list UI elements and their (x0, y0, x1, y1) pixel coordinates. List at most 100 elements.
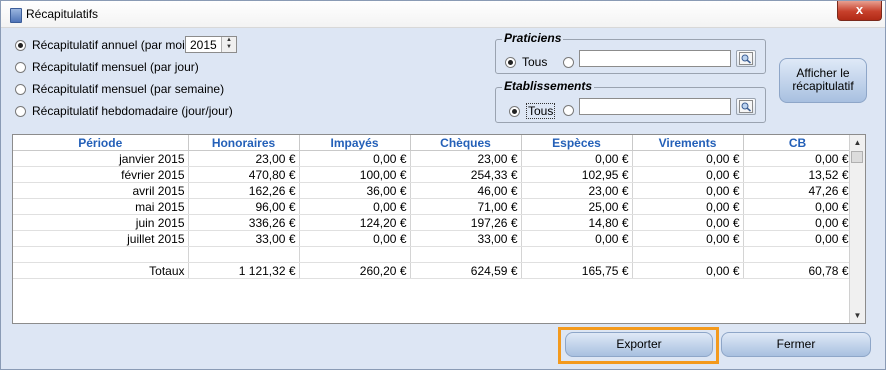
scroll-thumb[interactable] (851, 151, 863, 163)
etablissements-field[interactable] (579, 98, 731, 115)
table-cell: 0,00 € (632, 150, 744, 167)
table-cell (13, 246, 189, 263)
table-cell: 46,00 € (410, 182, 522, 199)
etablissements-select-radio[interactable] (563, 105, 574, 116)
table-header-row: Période Honoraires Impayés Chèques Espèc… (13, 135, 853, 151)
table-cell: 0,00 € (632, 262, 744, 279)
table-cell (410, 246, 522, 263)
table-cell: 36,00 € (299, 182, 411, 199)
table-cell: 60,78 € (743, 262, 853, 279)
table-cell (299, 246, 411, 263)
option-monthly-week[interactable]: Récapitulatif mensuel (par semaine) (15, 82, 224, 96)
table-row[interactable]: juillet 2015 33,00 € 0,00 € 33,00 € 0,00… (13, 230, 853, 247)
table-cell: 13,52 € (743, 166, 853, 183)
close-button[interactable]: Fermer (721, 332, 871, 357)
column-header[interactable]: Période (13, 135, 189, 151)
etablissements-picker-button[interactable] (736, 98, 756, 115)
table-cell: 102,95 € (521, 166, 633, 183)
table-cell: 0,00 € (632, 182, 744, 199)
radio-monthly-week[interactable] (15, 83, 26, 95)
column-header[interactable]: Impayés (299, 135, 411, 151)
window-close-button[interactable]: x (837, 1, 882, 21)
etablissements-all-radio[interactable] (509, 105, 520, 117)
option-monthly-week-label: Récapitulatif mensuel (par semaine) (32, 82, 225, 96)
table-cell: 254,33 € (410, 166, 522, 183)
etablissements-all-option[interactable]: Tous (509, 103, 556, 119)
table-cell: juin 2015 (13, 214, 189, 231)
table-cell: 23,00 € (188, 150, 300, 167)
year-value: 2015 (190, 38, 217, 52)
column-header[interactable]: Virements (632, 135, 744, 151)
table-cell: 25,00 € (521, 198, 633, 215)
recap-table: Période Honoraires Impayés Chèques Espèc… (12, 134, 866, 324)
praticiens-select-radio[interactable] (563, 57, 574, 68)
table-cell: 100,00 € (299, 166, 411, 183)
option-monthly-day[interactable]: Récapitulatif mensuel (par jour) (15, 60, 199, 74)
recap-window: Récapitulatifs x Récapitulatif annuel (p… (0, 0, 886, 370)
table-cell: 0,00 € (743, 230, 853, 247)
table-cell: 1 121,32 € (188, 262, 300, 279)
table-row[interactable]: janvier 2015 23,00 € 0,00 € 23,00 € 0,00… (13, 150, 853, 167)
table-cell: 624,59 € (410, 262, 522, 279)
title-bar: Récapitulatifs x (1, 1, 885, 28)
praticiens-group: Praticiens Tous (495, 31, 766, 74)
table-cell: 23,00 € (410, 150, 522, 167)
spin-down-icon[interactable]: ▼ (222, 44, 236, 51)
radio-monthly-day[interactable] (15, 61, 26, 73)
praticiens-field[interactable] (579, 50, 731, 67)
table-row[interactable] (13, 246, 853, 263)
show-recap-button[interactable]: Afficher le récapitulatif (779, 58, 867, 103)
spin-up-icon[interactable]: ▲ (222, 37, 236, 44)
option-annual[interactable]: Récapitulatif annuel (par mois) (15, 38, 195, 52)
table-cell: 96,00 € (188, 198, 300, 215)
scroll-down-icon[interactable]: ▼ (850, 308, 865, 323)
table-row[interactable]: avril 2015 162,26 € 36,00 € 46,00 € 23,0… (13, 182, 853, 199)
table-cell: 260,20 € (299, 262, 411, 279)
praticiens-picker-button[interactable] (736, 50, 756, 67)
table-cell: 0,00 € (299, 230, 411, 247)
option-weekly-label: Récapitulatif hebdomadaire (jour/jour) (32, 104, 233, 118)
option-weekly[interactable]: Récapitulatif hebdomadaire (jour/jour) (15, 104, 233, 118)
table-cell: 33,00 € (410, 230, 522, 247)
table-cell: 0,00 € (632, 198, 744, 215)
table-row[interactable]: juin 2015 336,26 € 124,20 € 197,26 € 14,… (13, 214, 853, 231)
year-spinner[interactable]: 2015 ▲ ▼ (185, 36, 237, 53)
table-row[interactable]: mai 2015 96,00 € 0,00 € 71,00 € 25,00 € … (13, 198, 853, 215)
praticiens-all-option[interactable]: Tous (505, 55, 547, 69)
radio-weekly[interactable] (15, 105, 26, 117)
table-cell (521, 246, 633, 263)
etablissements-all-label: Tous (526, 103, 556, 119)
option-monthly-day-label: Récapitulatif mensuel (par jour) (32, 60, 199, 74)
table-cell: 124,20 € (299, 214, 411, 231)
radio-annual[interactable] (15, 39, 26, 51)
export-button[interactable]: Exporter (565, 332, 713, 357)
year-spin-buttons[interactable]: ▲ ▼ (221, 37, 236, 52)
table-row[interactable]: février 2015 470,80 € 100,00 € 254,33 € … (13, 166, 853, 183)
magnifier-icon (739, 100, 753, 113)
table-cell: 33,00 € (188, 230, 300, 247)
table-cell: 0,00 € (521, 150, 633, 167)
praticiens-all-radio[interactable] (505, 56, 516, 68)
etablissements-title: Etablissements (502, 79, 595, 93)
table-cell: mai 2015 (13, 198, 189, 215)
option-annual-label: Récapitulatif annuel (par mois) (32, 38, 195, 52)
column-header[interactable]: Espèces (521, 135, 633, 151)
recap-table-grid: Période Honoraires Impayés Chèques Espèc… (13, 135, 853, 279)
column-header[interactable]: CB (743, 135, 853, 151)
table-cell: 162,26 € (188, 182, 300, 199)
table-cell: 14,80 € (521, 214, 633, 231)
dialog-content: Récapitulatif annuel (par mois) 2015 ▲ ▼… (1, 28, 885, 369)
table-cell (632, 246, 744, 263)
table-cell: 197,26 € (410, 214, 522, 231)
table-totals-row[interactable]: Totaux 1 121,32 € 260,20 € 624,59 € 165,… (13, 262, 853, 279)
table-cell: Totaux (13, 262, 189, 279)
scroll-up-icon[interactable]: ▲ (850, 135, 865, 150)
table-cell: 0,00 € (632, 230, 744, 247)
praticiens-title: Praticiens (502, 31, 564, 45)
table-cell: 0,00 € (743, 198, 853, 215)
column-header[interactable]: Honoraires (188, 135, 300, 151)
table-scrollbar[interactable]: ▲ ▼ (849, 135, 865, 323)
column-header[interactable]: Chèques (410, 135, 522, 151)
table-cell: juillet 2015 (13, 230, 189, 247)
table-cell: 47,26 € (743, 182, 853, 199)
